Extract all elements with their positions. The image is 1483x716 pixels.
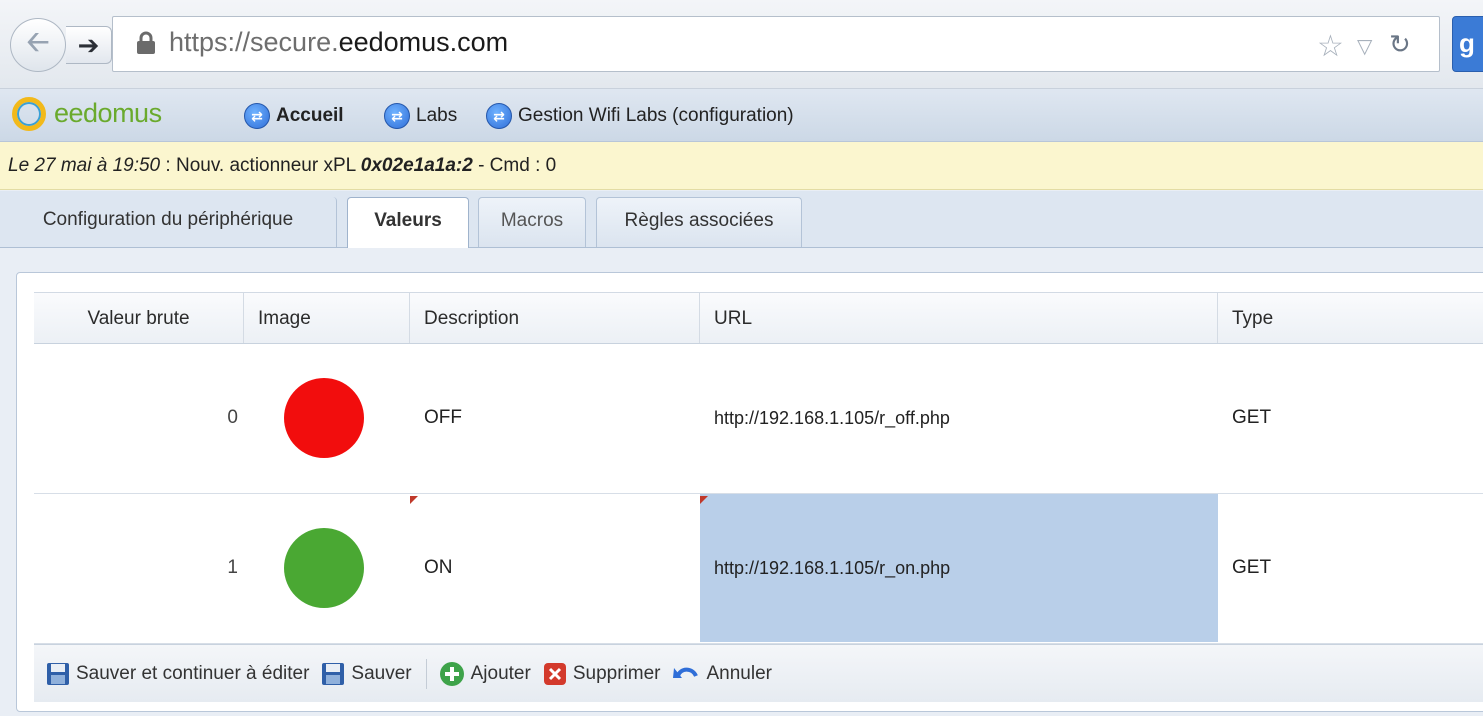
- tab-macros[interactable]: Macros: [478, 197, 586, 247]
- green-circle-icon: [284, 528, 364, 608]
- column-header-raw-value[interactable]: Valeur brute: [34, 293, 244, 343]
- breadcrumb-labs[interactable]: ⇄ Labs: [384, 103, 457, 129]
- tab-valeurs[interactable]: Valeurs: [347, 197, 469, 249]
- eedomus-logo-icon: [12, 97, 46, 131]
- nav-arrows-icon: ⇄: [244, 103, 270, 129]
- arrow-right-icon: ➔: [77, 29, 100, 60]
- grid-header: Valeur brute Image Description URL Type: [34, 292, 1483, 344]
- cell-type[interactable]: GET: [1218, 344, 1483, 492]
- cell-image[interactable]: [244, 344, 410, 492]
- notification-address: 0x02e1a1a:2: [360, 155, 473, 176]
- tab-regles-associees[interactable]: Règles associées: [596, 197, 802, 247]
- cell-raw-value[interactable]: 1: [34, 494, 238, 642]
- tab-configuration[interactable]: Configuration du périphérique: [0, 197, 337, 247]
- modified-marker-icon: [410, 496, 418, 504]
- arrow-left-icon: 🡠: [26, 26, 50, 57]
- forward-button[interactable]: ➔: [66, 26, 112, 64]
- address-bar[interactable]: https://secure.eedomus.com ☆ ▽ ↻: [112, 16, 1440, 72]
- floppy-disk-icon: [322, 662, 345, 685]
- nav-arrows-icon: ⇄: [384, 103, 410, 129]
- cancel-button[interactable]: Annuler: [672, 662, 772, 686]
- cell-url-selected[interactable]: http://192.168.1.105/r_on.php: [700, 494, 1218, 642]
- lock-icon: [137, 31, 155, 54]
- breadcrumb-gestion-wifi[interactable]: ⇄ Gestion Wifi Labs (configuration): [486, 103, 794, 129]
- table-row[interactable]: 1 ON http://192.168.1.105/r_on.php GET: [34, 494, 1483, 644]
- notification-text: Nouv. actionneur xPL: [175, 155, 361, 176]
- dropdown-arrow-icon[interactable]: ▽: [1357, 34, 1372, 59]
- app-header: eedomus ⇄ Accueil ⇄ Labs ⇄ Gestion Wifi …: [0, 89, 1483, 142]
- column-header-description[interactable]: Description: [410, 293, 700, 343]
- red-circle-icon: [284, 378, 364, 458]
- url-text: https://secure.eedomus.com: [169, 27, 509, 57]
- cell-raw-value[interactable]: 0: [34, 344, 238, 492]
- notification-cmd: - Cmd : 0: [472, 155, 557, 176]
- toolbar-separator: [425, 658, 427, 689]
- undo-arrow-icon: [673, 667, 699, 678]
- back-button[interactable]: 🡠: [10, 18, 66, 72]
- column-header-url[interactable]: URL: [700, 293, 1218, 343]
- column-header-type[interactable]: Type: [1218, 293, 1483, 343]
- browser-toolbar: 🡠 ➔ https://secure.eedomus.com ☆ ▽ ↻ g: [0, 0, 1483, 89]
- delete-button[interactable]: Supprimer: [543, 662, 660, 686]
- reload-icon[interactable]: ↻: [1389, 29, 1411, 60]
- nav-arrows-icon: ⇄: [486, 103, 512, 129]
- cell-url[interactable]: http://192.168.1.105/r_off.php: [700, 344, 1218, 492]
- modified-marker-icon: [700, 496, 708, 504]
- notification-date: Le 27 mai à 19:50: [8, 155, 161, 176]
- floppy-disk-icon: [47, 662, 69, 685]
- cell-type[interactable]: GET: [1218, 494, 1483, 642]
- column-header-image[interactable]: Image: [244, 293, 410, 343]
- cell-description[interactable]: ON: [410, 494, 700, 642]
- notification-bar: Le 27 mai à 19:50 : Nouv. actionneur xPL…: [0, 142, 1483, 190]
- table-row[interactable]: 0 OFF http://192.168.1.105/r_off.php GET: [34, 344, 1483, 494]
- tab-strip: Configuration du périphérique Valeurs Ma…: [0, 191, 1483, 249]
- breadcrumb-accueil[interactable]: ⇄ Accueil: [244, 103, 344, 129]
- add-button[interactable]: Ajouter: [439, 661, 531, 687]
- save-continue-button[interactable]: Sauver et continuer à éditer: [46, 662, 309, 686]
- cell-description[interactable]: OFF: [410, 344, 700, 492]
- plus-circle-icon: [439, 661, 464, 686]
- logo-text: eedomus: [54, 98, 162, 128]
- grid-toolbar: Sauver et continuer à éditer Sauver Ajou…: [34, 644, 1483, 702]
- cell-image[interactable]: [244, 494, 410, 642]
- save-button[interactable]: Sauver: [321, 662, 412, 686]
- delete-x-icon: [543, 662, 566, 685]
- google-search-icon[interactable]: g: [1452, 16, 1483, 72]
- bookmark-star-icon[interactable]: ☆: [1317, 29, 1344, 64]
